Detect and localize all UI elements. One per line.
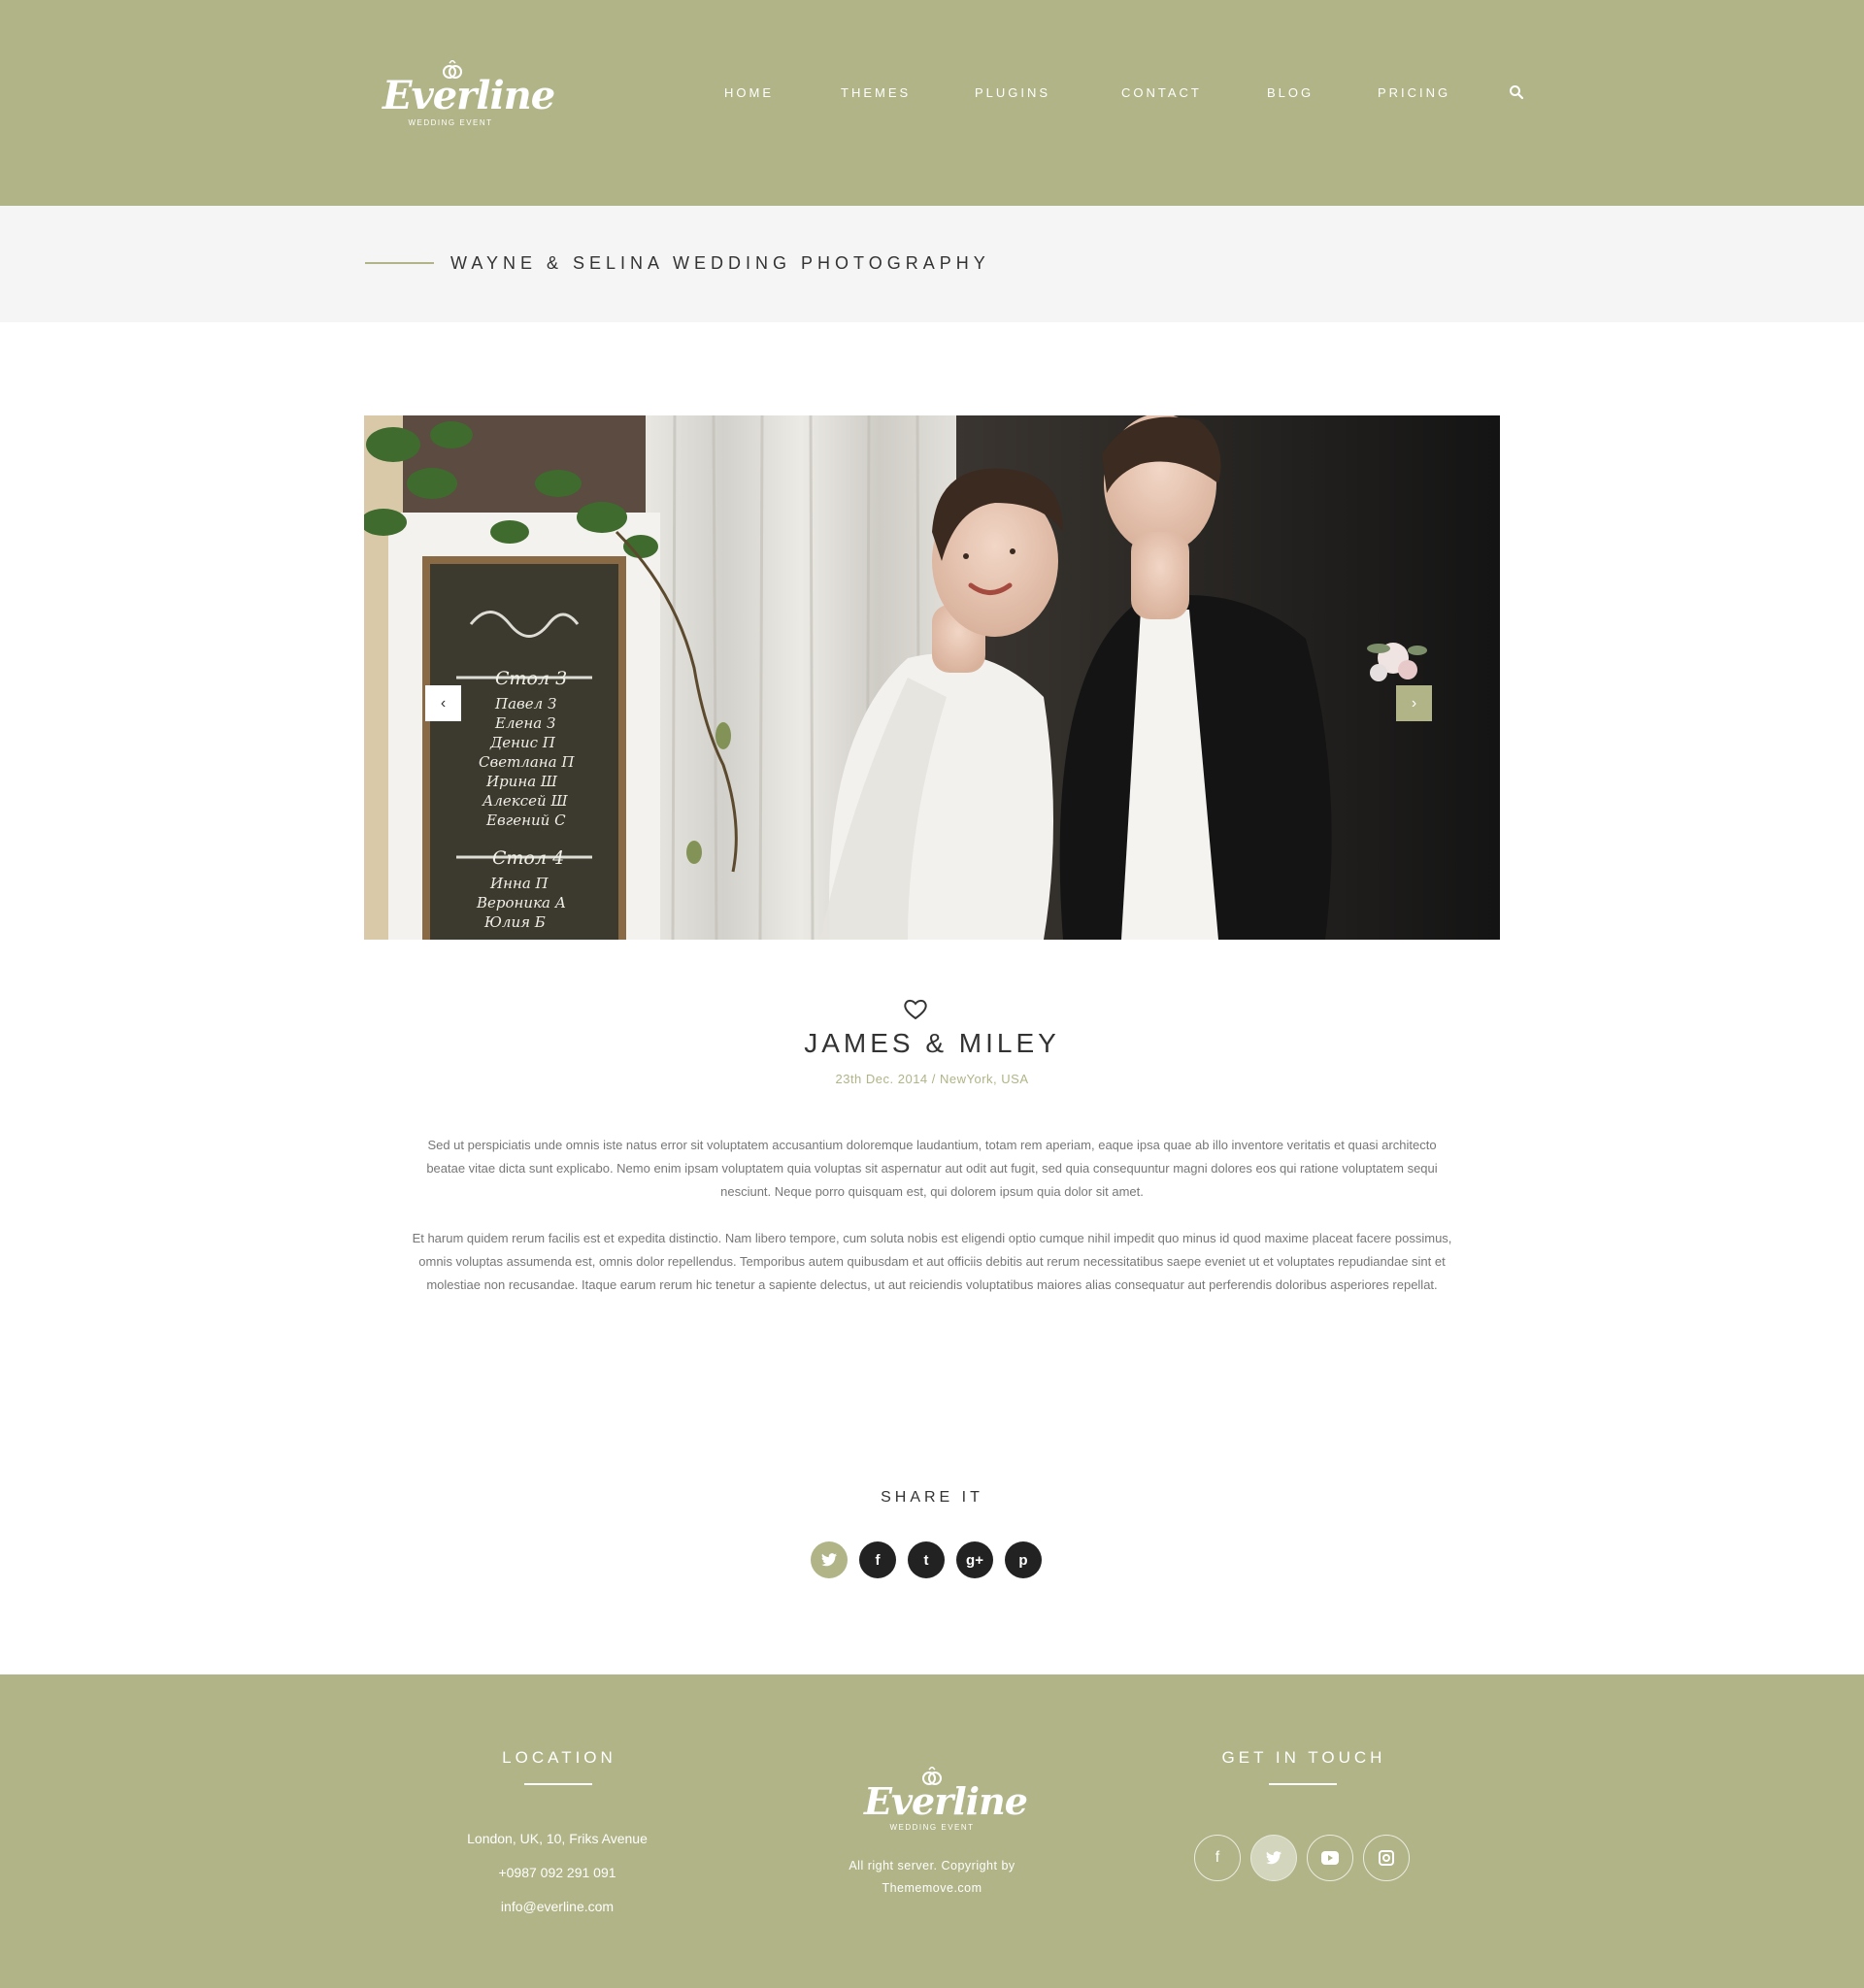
svg-text:Светлана П: Светлана П bbox=[479, 753, 575, 771]
footer-location-heading: LOCATION bbox=[502, 1748, 616, 1767]
post-paragraph: Sed ut perspiciatis unde omnis iste natu… bbox=[426, 1138, 1438, 1199]
twitter-icon[interactable] bbox=[1250, 1835, 1297, 1881]
photo-slider[interactable]: Стол 3 Павел З Елена З Денис П Светлана … bbox=[364, 415, 1500, 940]
footer-brand-name: Everline bbox=[864, 1779, 1028, 1823]
post-title: JAMES & MILEY bbox=[804, 1028, 1060, 1058]
copyright-link[interactable]: Thememove.com bbox=[825, 1877, 1039, 1900]
svg-text:Вероника А: Вероника А bbox=[476, 894, 566, 911]
twitter-icon[interactable] bbox=[811, 1541, 848, 1578]
share-title: SHARE IT bbox=[881, 1489, 983, 1506]
nav-home[interactable]: HOME bbox=[724, 85, 774, 101]
svg-text:Елена З: Елена З bbox=[494, 714, 555, 732]
nav-themes[interactable]: THEMES bbox=[841, 85, 911, 101]
facebook-icon[interactable]: f bbox=[1194, 1835, 1241, 1881]
post-body: Sed ut perspiciatis unde omnis iste natu… bbox=[408, 1134, 1456, 1320]
nav-contact[interactable]: CONTACT bbox=[1121, 85, 1202, 101]
brand-name: Everline bbox=[383, 73, 555, 118]
footer-brand-logo[interactable]: Everline WEDDING EVENT bbox=[864, 1767, 1028, 1837]
svg-text:Юлия Б: Юлия Б bbox=[483, 913, 546, 931]
nav-pricing[interactable]: PRICING bbox=[1378, 85, 1450, 101]
slider-next-button[interactable]: › bbox=[1396, 685, 1432, 721]
svg-text:Алексей Ш: Алексей Ш bbox=[482, 792, 568, 810]
instagram-icon[interactable] bbox=[1363, 1835, 1410, 1881]
slider-prev-button[interactable]: ‹ bbox=[425, 685, 461, 721]
pinterest-icon[interactable]: p bbox=[1005, 1541, 1042, 1578]
svg-text:Евгений С: Евгений С bbox=[485, 812, 566, 829]
site-header: Everline WEDDING EVENT HOME THEMES PLUGI… bbox=[0, 0, 1864, 206]
footer-location-underline bbox=[524, 1783, 592, 1785]
page-title-bar: WAYNE & SELINA WEDDING PHOTOGRAPHY bbox=[0, 206, 1864, 322]
wedding-photo: Стол 3 Павел З Елена З Денис П Светлана … bbox=[364, 415, 1500, 940]
brand-logo[interactable]: Everline WEDDING EVENT bbox=[383, 60, 555, 130]
footer-email[interactable]: info@everline.com bbox=[412, 1898, 703, 1915]
copyright-line: All right server. Copyright by bbox=[849, 1859, 1015, 1872]
nav-plugins[interactable]: PLUGINS bbox=[975, 85, 1050, 101]
tumblr-icon[interactable]: t bbox=[908, 1541, 945, 1578]
brand-tagline: WEDDING EVENT bbox=[408, 118, 493, 127]
footer-contact-heading: GET IN TOUCH bbox=[1221, 1748, 1386, 1767]
footer-copyright: All right server. Copyright by Thememove… bbox=[825, 1855, 1039, 1900]
svg-text:Павел З: Павел З bbox=[494, 695, 556, 712]
nav-blog[interactable]: BLOG bbox=[1267, 85, 1314, 101]
svg-text:Стол 3: Стол 3 bbox=[495, 668, 567, 689]
svg-text:Стол 4: Стол 4 bbox=[492, 847, 564, 869]
heart-icon bbox=[904, 999, 927, 1020]
post-paragraph: Et harum quidem rerum facilis est et exp… bbox=[412, 1231, 1452, 1292]
site-footer: LOCATION London, UK, 10, Friks Avenue +0… bbox=[0, 1674, 1864, 1988]
facebook-icon[interactable]: f bbox=[859, 1541, 896, 1578]
footer-address: London, UK, 10, Friks Avenue bbox=[467, 1831, 648, 1846]
google-plus-icon[interactable]: g+ bbox=[956, 1541, 993, 1578]
page-title: WAYNE & SELINA WEDDING PHOTOGRAPHY bbox=[450, 253, 990, 273]
svg-text:Денис П: Денис П bbox=[489, 734, 556, 751]
footer-contact-underline bbox=[1269, 1783, 1337, 1785]
post-meta: 23th Dec. 2014 / NewYork, USA bbox=[835, 1072, 1029, 1086]
youtube-icon[interactable] bbox=[1307, 1835, 1353, 1881]
footer-brand-tagline: WEDDING EVENT bbox=[889, 1823, 975, 1832]
search-icon[interactable] bbox=[1509, 84, 1524, 100]
footer-phone[interactable]: +0987 092 291 091 bbox=[412, 1864, 703, 1881]
svg-text:Ирина Ш: Ирина Ш bbox=[485, 773, 558, 790]
svg-text:Инна П: Инна П bbox=[489, 875, 549, 892]
title-accent-line bbox=[365, 262, 434, 264]
